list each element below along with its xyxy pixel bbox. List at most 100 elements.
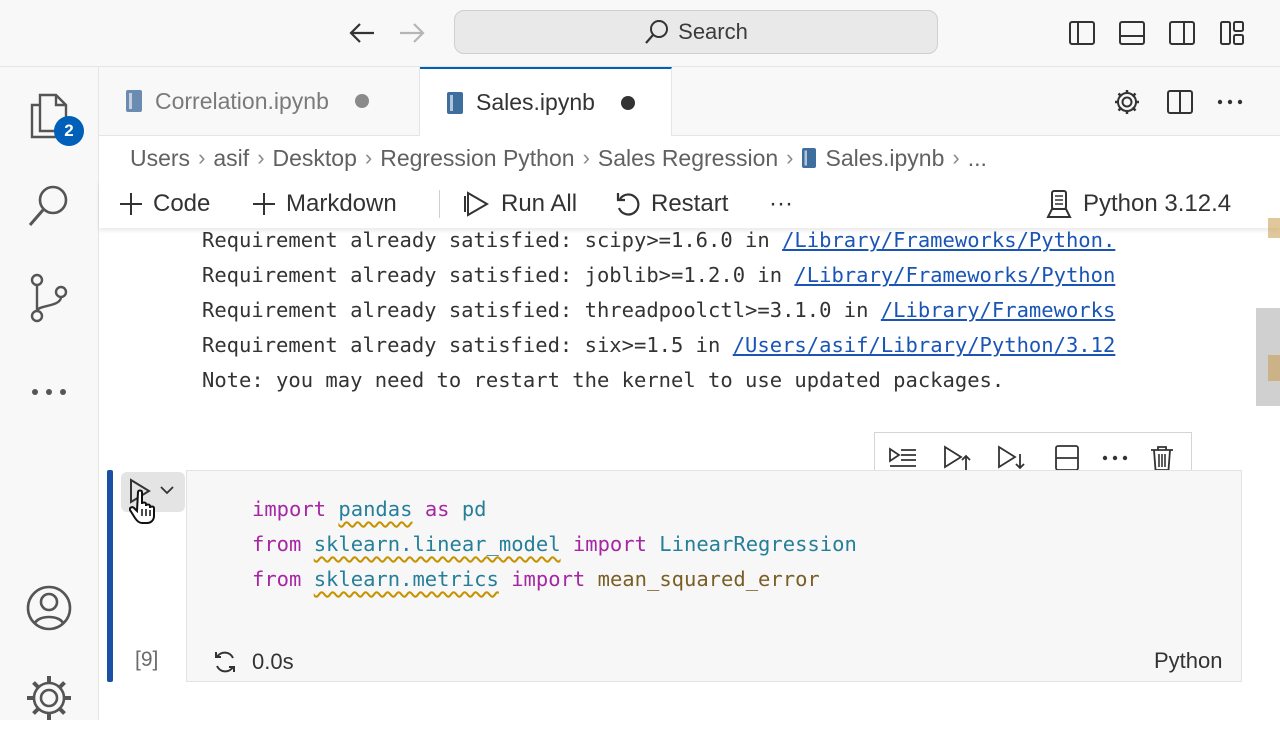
plus-icon	[252, 192, 276, 216]
code-token: pandas	[338, 497, 413, 521]
editor-tab-bar: Correlation.ipynb Sales.ipynb	[99, 67, 1280, 136]
add-code-label: Code	[153, 190, 211, 217]
kernel-picker[interactable]: Python 3.12.4	[1045, 180, 1231, 228]
output-line: Note: you may need to restart the kernel…	[202, 368, 1005, 392]
output-link[interactable]: /Users/asif/Library/Python/3.12	[733, 333, 1116, 357]
more-icon[interactable]	[0, 357, 98, 427]
search-icon	[644, 19, 670, 45]
search-box[interactable]: Search	[454, 10, 938, 54]
run-all-icon	[463, 190, 491, 218]
restart-button[interactable]: Restart	[615, 180, 728, 228]
toolbar-more-button[interactable]: ···	[769, 180, 793, 228]
code-token: import	[252, 497, 327, 521]
breadcrumb: Users › asif › Desktop › Regression Pyth…	[130, 136, 987, 180]
run-cell-button[interactable]	[121, 472, 185, 524]
code-token: import	[511, 567, 586, 591]
code-editor[interactable]: import pandas as pd from sklearn.linear_m…	[252, 492, 857, 597]
chevron-right-icon: ›	[786, 145, 794, 170]
kernel-label: Python 3.12.4	[1083, 190, 1232, 217]
run-all-button[interactable]: Run All	[463, 180, 577, 228]
breadcrumb-item[interactable]: ...	[968, 145, 987, 172]
execution-status: 0.0s	[212, 642, 294, 682]
breadcrumb-item[interactable]: Sales.ipynb	[825, 145, 944, 172]
execution-count: [9]	[135, 648, 159, 671]
unsaved-dot-icon[interactable]	[620, 95, 635, 110]
notebook-file-icon	[801, 147, 817, 169]
tab-label: Sales.ipynb	[476, 89, 595, 115]
add-markdown-label: Markdown	[286, 190, 397, 217]
arrow-right-icon[interactable]	[396, 18, 428, 48]
code-token: sklearn.linear_model	[313, 532, 561, 556]
notebook-file-icon	[446, 91, 464, 115]
chevron-right-icon: ›	[198, 145, 206, 170]
code-token: as	[424, 497, 450, 521]
customize-layout-icon[interactable]	[1216, 17, 1248, 49]
refresh-icon	[212, 649, 238, 675]
gear-icon[interactable]	[1112, 87, 1142, 117]
split-editor-icon[interactable]	[1165, 87, 1195, 117]
explorer-icon[interactable]	[0, 81, 98, 151]
breadcrumb-item[interactable]: Sales Regression	[598, 145, 778, 172]
search-label: Search	[678, 19, 748, 44]
toggle-panel-icon[interactable]	[1116, 17, 1148, 49]
kernel-icon	[1045, 189, 1073, 219]
code-token: from	[252, 532, 302, 556]
cell-focus-indicator	[107, 470, 113, 682]
notebook-toolbar: Code Markdown Run All Restart ··· Python…	[99, 180, 1280, 228]
output-line: Requirement already satisfied: joblib>=1…	[202, 263, 1116, 287]
manage-gear-icon[interactable]	[0, 663, 98, 733]
more-actions-icon[interactable]	[1215, 87, 1245, 117]
toggle-secondary-sidebar-icon[interactable]	[1166, 17, 1198, 49]
run-all-label: Run All	[501, 190, 578, 217]
code-token: import	[572, 532, 647, 556]
output-line: Requirement already satisfied: scipy>=1.…	[202, 228, 1116, 252]
accounts-icon[interactable]	[0, 573, 98, 643]
tab-correlation[interactable]: Correlation.ipynb	[99, 67, 420, 135]
source-control-icon[interactable]	[0, 263, 98, 333]
cell-language-picker[interactable]: Python	[1154, 648, 1223, 674]
tab-label: Correlation.ipynb	[155, 87, 329, 114]
add-code-cell-button[interactable]: Code	[119, 180, 210, 228]
output-link[interactable]: /Library/Frameworks/Python.	[782, 228, 1115, 252]
breadcrumb-item[interactable]: Users	[130, 145, 190, 172]
output-link[interactable]: /Library/Frameworks	[881, 298, 1116, 322]
chevron-right-icon: ›	[364, 145, 373, 170]
code-token: from	[252, 567, 302, 591]
toolbar-more-label: ···	[769, 190, 793, 217]
plus-icon	[119, 192, 143, 216]
scrollbar-marker	[1268, 355, 1280, 381]
code-token: pd	[449, 497, 487, 521]
code-line: from sklearn.metrics import mean_squared…	[252, 562, 857, 597]
explorer-badge: 2	[54, 116, 84, 146]
code-token: mean_squared_error	[585, 567, 820, 591]
cell-output: Requirement already satisfied: scipy>=1.…	[202, 223, 1247, 398]
toggle-primary-sidebar-icon[interactable]	[1066, 17, 1098, 49]
search-icon[interactable]	[0, 171, 98, 241]
unsaved-dot-icon[interactable]	[354, 94, 369, 108]
output-line: Requirement already satisfied: six>=1.5 …	[202, 333, 1116, 357]
code-token: sklearn.metrics	[313, 567, 499, 591]
tab-sales[interactable]: Sales.ipynb	[420, 67, 672, 136]
breadcrumb-item[interactable]: Regression Python	[380, 145, 574, 172]
code-line: import pandas as pd	[252, 492, 857, 527]
chevron-down-icon[interactable]	[159, 484, 175, 496]
code-token: LinearRegression	[646, 532, 857, 556]
breadcrumb-item[interactable]: asif	[213, 145, 249, 172]
scrollbar-marker	[1268, 218, 1280, 238]
restart-icon	[615, 191, 641, 217]
notebook-file-icon	[125, 89, 143, 113]
chevron-right-icon: ›	[952, 145, 960, 170]
restart-label: Restart	[651, 190, 729, 217]
add-markdown-cell-button[interactable]: Markdown	[252, 180, 397, 228]
chevron-right-icon: ›	[257, 145, 265, 170]
chevron-right-icon: ›	[582, 145, 590, 170]
arrow-left-icon[interactable]	[346, 18, 378, 48]
execution-duration: 0.0s	[252, 649, 294, 674]
output-link[interactable]: /Library/Frameworks/Python	[794, 263, 1115, 287]
title-bar: Search	[0, 0, 1280, 67]
breadcrumb-item[interactable]: Desktop	[273, 145, 357, 172]
